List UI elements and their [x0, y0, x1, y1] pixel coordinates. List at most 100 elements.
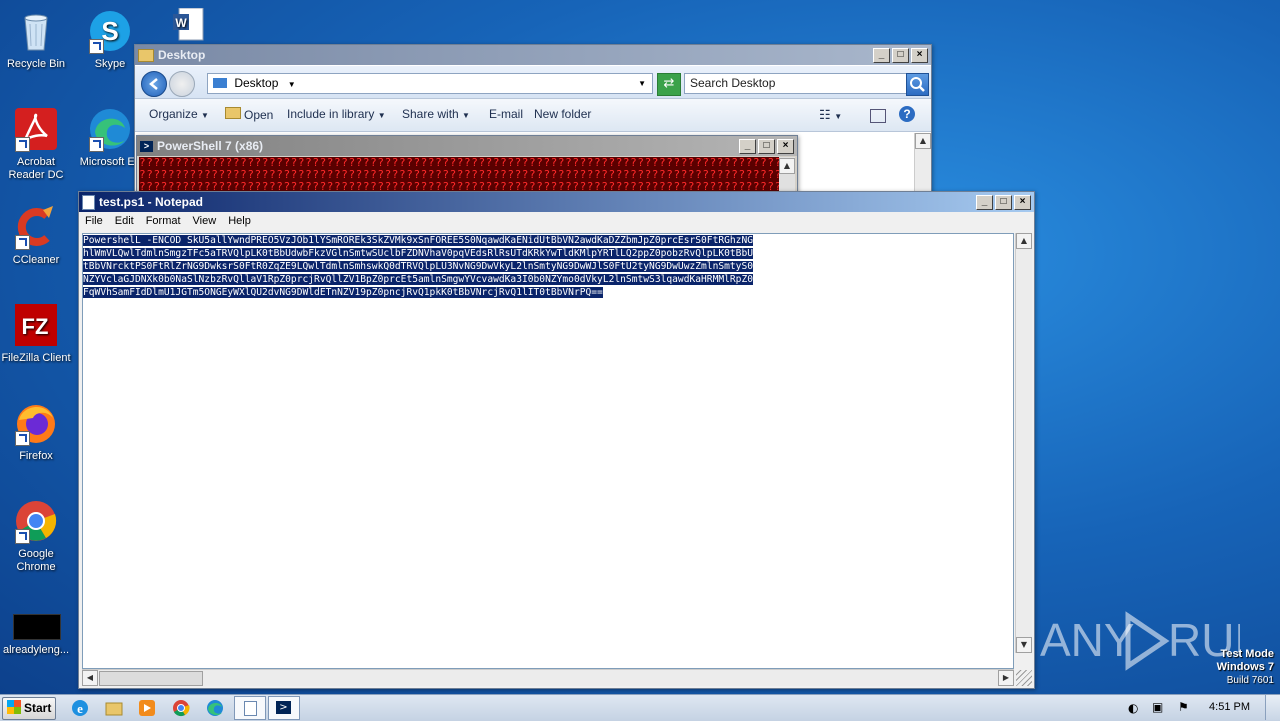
desktop-icon-label: Acrobat Reader DC — [8, 156, 64, 181]
desktop-icon-filezilla[interactable]: FZ FileZilla Client — [0, 302, 74, 365]
explorer-titlebar[interactable]: Desktop _ □ × — [135, 45, 931, 65]
console-scrollbar[interactable]: ▲ — [779, 157, 795, 192]
notepad-text-area[interactable]: PowershelL -ENCOD SkU5allYwndPREO5VzJOb1… — [82, 233, 1014, 669]
close-button[interactable]: × — [777, 138, 794, 154]
text-line: hlWmVLQwlTdmlnSmgzTFc5aTRVQlpLK0tBbUdwbF… — [83, 248, 754, 259]
organize-button[interactable]: Organize ▼ — [149, 107, 209, 121]
desktop-icon-acrobat[interactable]: Acrobat Reader DC — [0, 106, 74, 182]
tray-network-icon[interactable]: ⚑ — [1178, 700, 1189, 714]
minimize-button[interactable]: _ — [739, 138, 756, 154]
firefox-icon — [13, 400, 59, 446]
ccleaner-icon — [13, 204, 59, 250]
back-button[interactable] — [141, 71, 167, 97]
minimize-button[interactable]: _ — [976, 194, 993, 210]
build-text: Build 7601 — [1226, 675, 1274, 686]
close-button[interactable]: × — [1014, 194, 1031, 210]
powershell-icon: > — [276, 701, 291, 714]
scroll-right-icon[interactable]: ▶ — [998, 670, 1014, 686]
address-dropdown-icon[interactable]: ▼ — [638, 74, 646, 93]
tray-audio-icon[interactable]: ◐ — [1128, 701, 1138, 715]
powershell-title: PowerShell 7 (x86) — [157, 139, 264, 153]
svg-text:FZ: FZ — [22, 314, 49, 339]
shortcut-arrow-icon — [15, 431, 30, 446]
powershell-console[interactable]: ????????????????????????????????????????… — [139, 157, 779, 192]
open-icon — [225, 107, 241, 119]
menu-file[interactable]: File — [79, 215, 109, 227]
taskbar: Start e > ◐ ▣ ⚑ 4:51 PM — [0, 694, 1280, 721]
powershell-taskbar-button[interactable]: > — [268, 696, 300, 720]
svg-text:e: e — [77, 701, 83, 716]
forward-button[interactable] — [169, 71, 195, 97]
clock[interactable]: 4:51 PM — [1209, 701, 1250, 713]
help-icon[interactable]: ? — [899, 106, 915, 122]
desktop-icon-file[interactable]: alreadyleng... — [0, 614, 74, 657]
powershell-titlebar[interactable]: > PowerShell 7 (x86) _ □ × — [137, 136, 797, 156]
menu-view[interactable]: View — [187, 215, 223, 227]
notepad-menubar: File Edit Format View Help — [79, 212, 1034, 230]
include-in-library-button[interactable]: Include in library ▼ — [287, 107, 386, 121]
minimize-button[interactable]: _ — [873, 47, 890, 63]
maximize-button[interactable]: □ — [758, 138, 775, 154]
new-folder-button[interactable]: New folder — [534, 107, 591, 121]
scroll-down-icon[interactable]: ▼ — [1016, 637, 1032, 653]
desktop-icon-firefox[interactable]: Firefox — [0, 400, 74, 463]
menu-format[interactable]: Format — [140, 215, 187, 227]
skype-icon: S — [87, 8, 133, 54]
chrome-taskbar-icon[interactable] — [171, 698, 191, 718]
ie-icon[interactable]: e — [70, 698, 90, 718]
notepad-icon — [244, 701, 257, 716]
desktop-icon-recycle-bin[interactable]: Recycle Bin — [0, 8, 74, 71]
desktop-icon-word-document[interactable]: W — [150, 7, 226, 46]
share-with-button[interactable]: Share with ▼ — [402, 107, 470, 121]
refresh-button[interactable]: ⇄ — [657, 73, 681, 96]
folder-icon — [138, 48, 154, 62]
horizontal-scrollbar[interactable]: ◀ ▶ — [82, 669, 1014, 686]
maximize-button[interactable]: □ — [892, 47, 909, 63]
chrome-icon — [13, 498, 59, 544]
open-button[interactable]: Open — [225, 107, 273, 122]
scroll-up-icon[interactable]: ▲ — [915, 133, 931, 149]
tray-volume-icon[interactable]: ▣ — [1152, 700, 1163, 714]
email-button[interactable]: E-mail — [489, 107, 523, 121]
scroll-up-icon[interactable]: ▲ — [779, 158, 795, 174]
close-button[interactable]: × — [911, 47, 928, 63]
vertical-scrollbar[interactable]: ▲ ▼ — [1015, 233, 1032, 653]
desktop-icon-chrome[interactable]: Google Chrome — [0, 498, 74, 574]
explorer-title: Desktop — [158, 48, 206, 62]
desktop-small-icon — [213, 78, 227, 88]
scroll-thumb[interactable] — [99, 671, 203, 686]
notepad-title: test.ps1 - Notepad — [99, 195, 204, 209]
acrobat-reader-icon — [13, 106, 59, 152]
resize-grip-icon[interactable] — [1016, 670, 1032, 686]
scroll-left-icon[interactable]: ◀ — [82, 670, 98, 686]
desktop-icon-label: Recycle Bin — [6, 58, 66, 70]
start-button[interactable]: Start — [2, 697, 56, 720]
show-desktop-button[interactable] — [1265, 695, 1280, 720]
desktop-icon-ccleaner[interactable]: CCleaner — [0, 204, 74, 267]
notepad-taskbar-button[interactable] — [234, 696, 266, 720]
search-input[interactable]: Search Desktop — [684, 73, 911, 94]
view-options-icon[interactable]: ☷ ▼ — [819, 107, 842, 123]
scroll-up-icon[interactable]: ▲ — [1016, 233, 1032, 249]
edge-taskbar-icon[interactable] — [205, 698, 225, 718]
notepad-titlebar[interactable]: test.ps1 - Notepad _ □ × — [79, 192, 1034, 212]
explorer-folder-icon[interactable] — [104, 698, 124, 718]
shortcut-arrow-icon — [89, 137, 104, 152]
windows-version-text: Windows 7 — [1216, 661, 1274, 673]
maximize-button[interactable]: □ — [995, 194, 1012, 210]
desktop-icon-label: Google Chrome — [16, 548, 56, 573]
menu-edit[interactable]: Edit — [109, 215, 140, 227]
anyrun-watermark: ANY RUN — [1040, 606, 1268, 676]
search-icon[interactable] — [906, 73, 929, 96]
explorer-command-bar: Organize ▼ Open Include in library ▼ Sha… — [135, 99, 931, 132]
chevron-down-icon[interactable]: ▼ — [288, 80, 296, 89]
word-document-icon: W — [165, 7, 211, 42]
explorer-scrollbar[interactable]: ▲ — [914, 133, 931, 195]
desktop-icon-label: CCleaner — [12, 254, 60, 266]
notepad-icon — [82, 194, 95, 210]
menu-help[interactable]: Help — [222, 215, 257, 227]
address-box[interactable]: Desktop ▼ ▼ — [207, 73, 653, 94]
test-mode-text: Test Mode — [1220, 648, 1274, 660]
preview-pane-icon[interactable] — [870, 109, 886, 123]
media-player-icon[interactable] — [137, 698, 157, 718]
